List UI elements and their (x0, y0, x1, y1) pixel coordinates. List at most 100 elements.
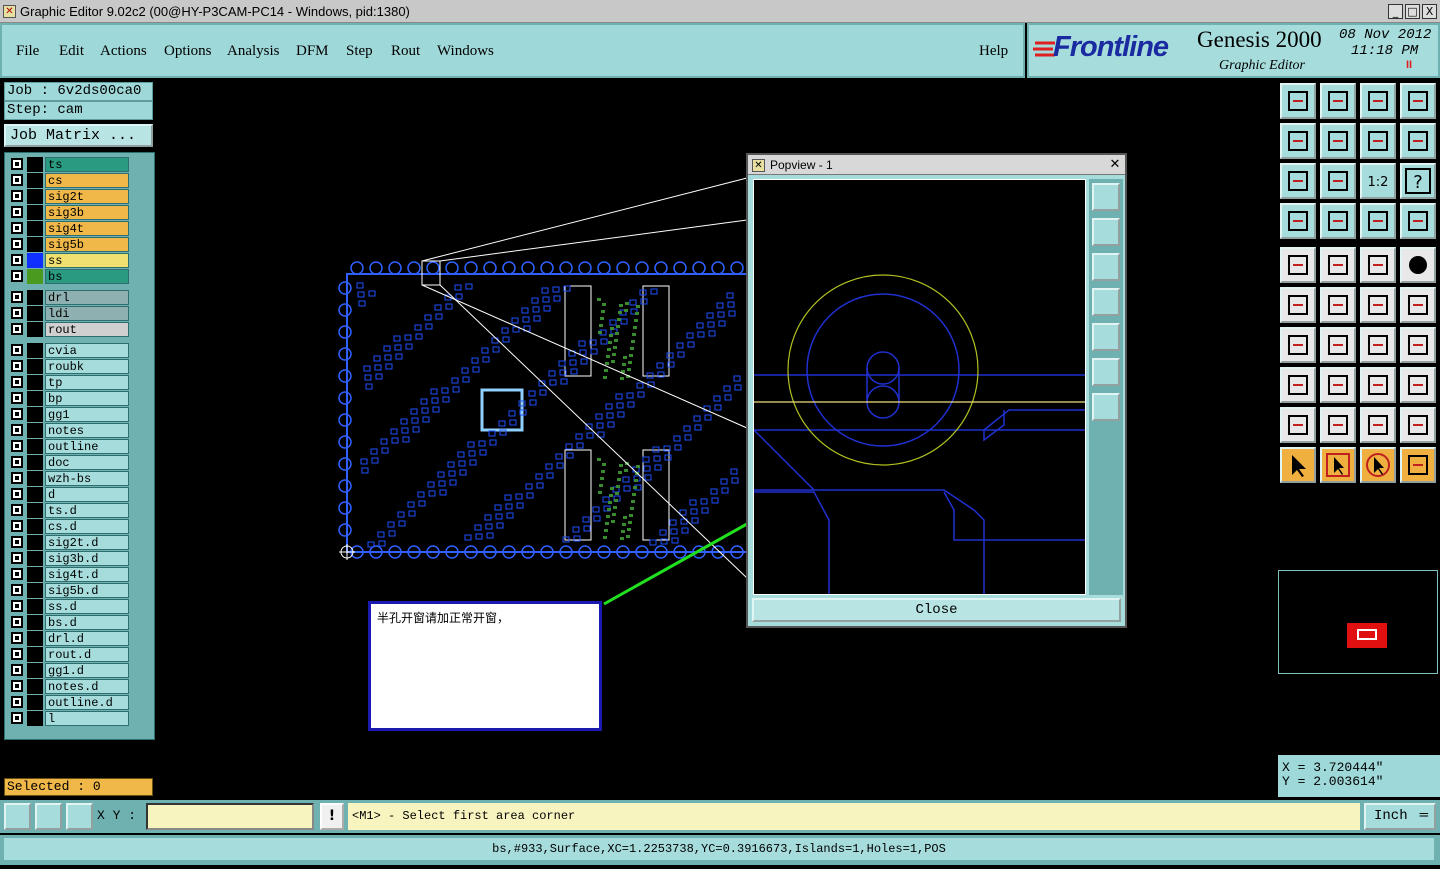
layer-row-bs[interactable]: bs (9, 269, 129, 284)
layer-name[interactable]: sig2t (45, 189, 129, 204)
layer-checkbox[interactable] (11, 174, 23, 186)
layer-name[interactable]: ts.d (45, 503, 129, 518)
layer-row-sig4t[interactable]: sig4t (9, 221, 129, 236)
arc-icon[interactable] (1360, 327, 1396, 363)
zoom-reset-icon[interactable] (1320, 83, 1356, 119)
layer-row-bs.d[interactable]: bs.d (9, 615, 129, 630)
layer-name[interactable]: sig2t.d (45, 535, 129, 550)
triangle-up-icon[interactable] (1320, 407, 1356, 443)
layer-color-swatch[interactable] (27, 423, 43, 438)
layer-name[interactable]: ss.d (45, 599, 129, 614)
zoom-home-icon[interactable] (1280, 83, 1316, 119)
layer-checkbox[interactable] (11, 536, 23, 548)
layer-name[interactable]: cvia (45, 343, 129, 358)
layer-color-swatch[interactable] (27, 455, 43, 470)
layer-row-gg1.d[interactable]: gg1.d (9, 663, 129, 678)
minimize-button[interactable]: _ (1388, 4, 1403, 19)
popview-center-icon[interactable] (1092, 393, 1120, 421)
layer-color-swatch[interactable] (27, 391, 43, 406)
menu-rout[interactable]: Rout (391, 43, 420, 60)
drag-icon[interactable] (1400, 287, 1436, 323)
layer-row-sig3b.d[interactable]: sig3b.d (9, 551, 129, 566)
layer-color-swatch[interactable] (27, 567, 43, 582)
layer-name[interactable]: gg1 (45, 407, 129, 422)
fit-all-icon[interactable] (1320, 163, 1356, 199)
layer-checkbox[interactable] (11, 307, 23, 319)
layer-checkbox[interactable] (11, 270, 23, 282)
layer-color-swatch[interactable] (27, 487, 43, 502)
zoom-area-icon[interactable] (4, 803, 31, 830)
layer-color-swatch[interactable] (27, 519, 43, 534)
minimap-viewport[interactable] (1347, 623, 1387, 648)
triangle-b-icon[interactable] (1400, 407, 1436, 443)
layer-row-ts[interactable]: ts (9, 157, 129, 172)
layer-color-swatch[interactable] (27, 551, 43, 566)
layer-row-gg1[interactable]: gg1 (9, 407, 129, 422)
layer-color-swatch[interactable] (27, 407, 43, 422)
help-icon[interactable]: ? (1400, 163, 1436, 199)
layer-name[interactable]: outline.d (45, 695, 129, 710)
layer-row-ldi[interactable]: ldi (9, 306, 129, 321)
layer-row-ss.d[interactable]: ss.d (9, 599, 129, 614)
layer-checkbox[interactable] (11, 376, 23, 388)
layer-color-swatch[interactable] (27, 583, 43, 598)
layer-color-swatch[interactable] (27, 375, 43, 390)
menu-windows[interactable]: Windows (437, 43, 494, 60)
undo-view-icon[interactable] (1360, 123, 1396, 159)
layer-name[interactable]: sig3b (45, 205, 129, 220)
route-icon[interactable] (1400, 447, 1436, 483)
edit-area-icon[interactable] (35, 803, 62, 830)
pointer-box-icon[interactable] (1320, 447, 1356, 483)
ruler-icon[interactable] (1360, 247, 1396, 283)
layer-row-bp[interactable]: bp (9, 391, 129, 406)
window-view-icon[interactable] (1400, 83, 1436, 119)
layer-name[interactable]: ts (45, 157, 129, 172)
layer-checkbox[interactable] (11, 472, 23, 484)
layer-color-swatch[interactable] (27, 663, 43, 678)
layer-color-swatch[interactable] (27, 322, 43, 337)
layer-checkbox[interactable] (11, 680, 23, 692)
layer-checkbox[interactable] (11, 206, 23, 218)
layer-row-sig3b[interactable]: sig3b (9, 205, 129, 220)
layer-color-swatch[interactable] (27, 439, 43, 454)
layer-name[interactable]: cs.d (45, 519, 129, 534)
mirror-icon[interactable] (1400, 327, 1436, 363)
layer-checkbox[interactable] (11, 488, 23, 500)
layer-color-swatch[interactable] (27, 189, 43, 204)
menu-step[interactable]: Step (346, 43, 373, 60)
layer-color-swatch[interactable] (27, 615, 43, 630)
layer-name[interactable]: notes (45, 423, 129, 438)
layer-name[interactable]: sig4t (45, 221, 129, 236)
popview-left-icon[interactable] (1092, 288, 1120, 316)
layer-checkbox[interactable] (11, 584, 23, 596)
layer-name[interactable]: sig5b (45, 237, 129, 252)
layer-name[interactable]: rout (45, 322, 129, 337)
layer-row-cvia[interactable]: cvia (9, 343, 129, 358)
layer-row-doc[interactable]: doc (9, 455, 129, 470)
pointer-icon[interactable] (1280, 447, 1316, 483)
measure-profile-icon[interactable] (1280, 203, 1316, 239)
layer-checkbox[interactable] (11, 600, 23, 612)
netlist-icon[interactable] (1360, 203, 1396, 239)
menu-options[interactable]: Options (164, 43, 212, 60)
pan-left-icon[interactable] (1280, 123, 1316, 159)
layer-checkbox[interactable] (11, 456, 23, 468)
layer-row-sig5b.d[interactable]: sig5b.d (9, 583, 129, 598)
slash-select-icon[interactable] (1320, 247, 1356, 283)
layer-row-d[interactable]: d (9, 487, 129, 502)
layer-color-swatch[interactable] (27, 173, 43, 188)
layer-row-ts.d[interactable]: ts.d (9, 503, 129, 518)
layer-row-rout.d[interactable]: rout.d (9, 647, 129, 662)
pad-select-icon[interactable] (1280, 247, 1316, 283)
popview-down-icon[interactable] (1092, 253, 1120, 281)
angle-icon[interactable] (1280, 327, 1316, 363)
layer-name[interactable]: sig3b.d (45, 551, 129, 566)
triangle-icon[interactable] (1280, 407, 1316, 443)
layer-name[interactable]: bs.d (45, 615, 129, 630)
layer-name[interactable]: doc (45, 455, 129, 470)
maximize-button[interactable]: □ (1405, 4, 1420, 19)
layer-row-sig2t.d[interactable]: sig2t.d (9, 535, 129, 550)
layer-checkbox[interactable] (11, 648, 23, 660)
layer-row-notes[interactable]: notes (9, 423, 129, 438)
copy-icon[interactable] (1280, 367, 1316, 403)
